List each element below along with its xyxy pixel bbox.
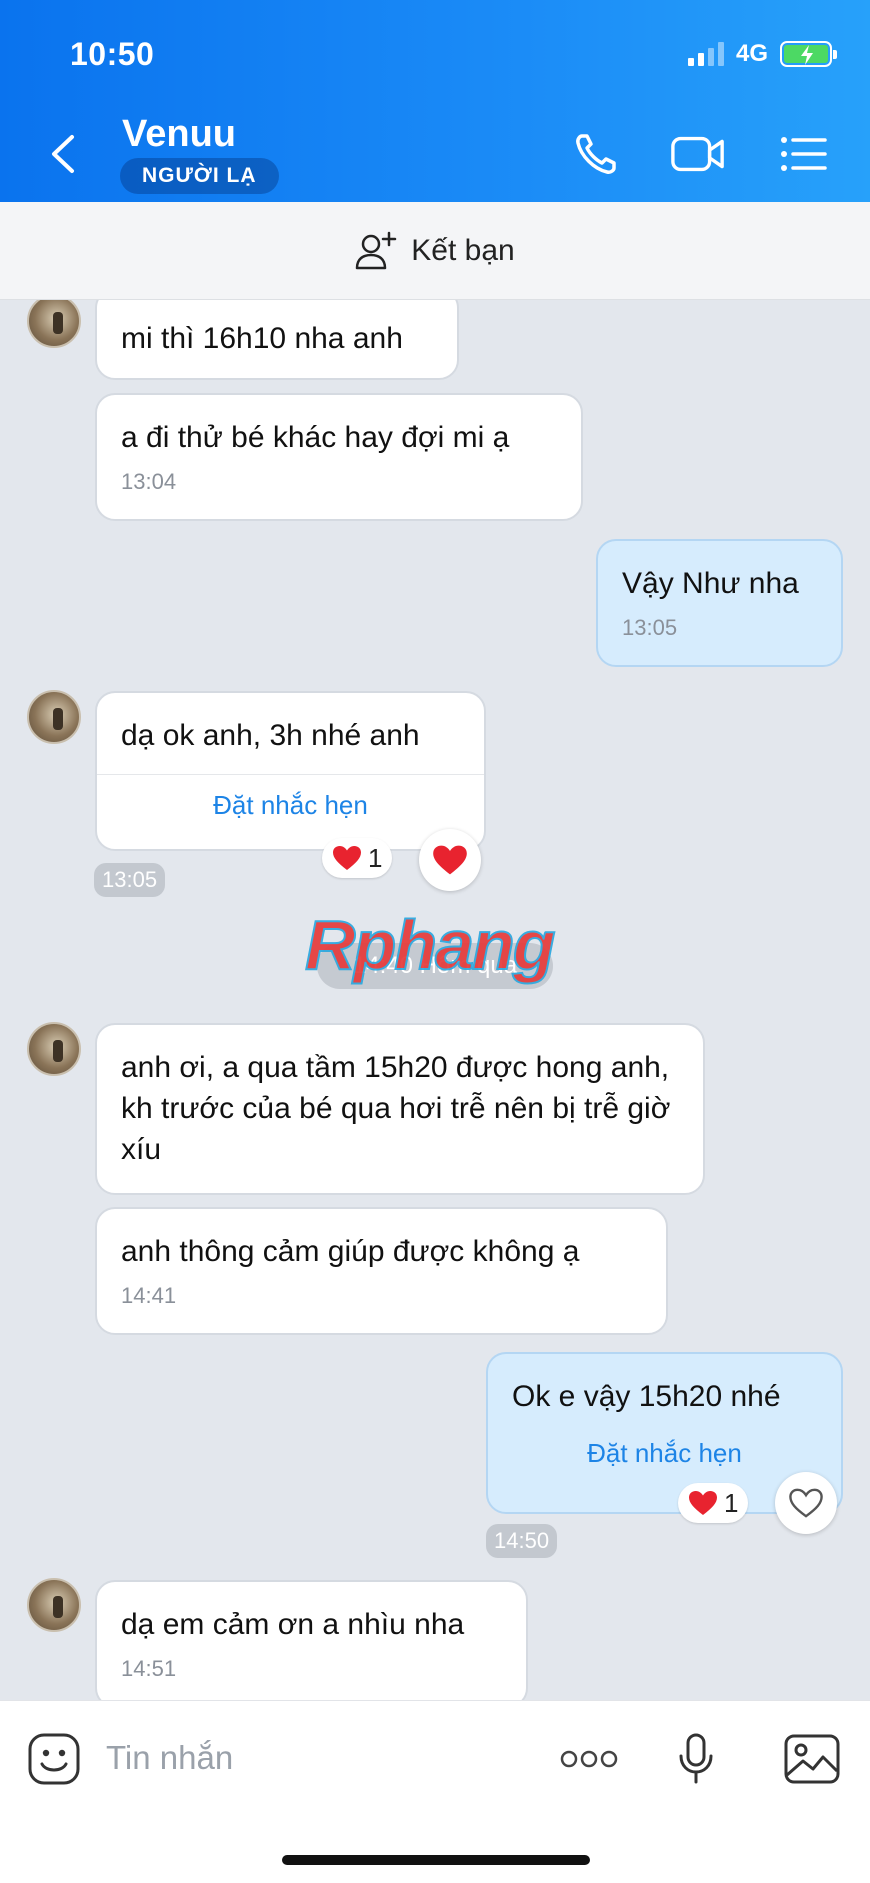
add-friend-label: Kết bạn	[411, 233, 515, 267]
message-text: dạ ok anh, 3h nhé anh	[121, 719, 420, 752]
chat-header: 10:50 4G Venuu NGƯỜI LẠ	[0, 0, 870, 202]
status-time: 10:50	[70, 36, 155, 72]
message-text: mi thì 16h10 nha anh	[121, 322, 403, 355]
message-bubble[interactable]: dạ ok anh, 3h nhé anh Đặt nhắc hẹn	[95, 691, 486, 851]
react-heart-button[interactable]	[419, 829, 481, 891]
status-icons: 4G	[687, 40, 837, 68]
message-input[interactable]: Tin nhắn	[106, 1739, 233, 1777]
message-time-pill: 13:05	[94, 863, 166, 897]
message-text: Ok e vậy 15h20 nhé	[512, 1380, 781, 1413]
message-time-pill: 14:50	[486, 1524, 558, 1558]
battery-icon	[780, 41, 837, 67]
message-bubble[interactable]: mi thì 16h10 nha anh	[95, 300, 459, 380]
message-list[interactable]: mi thì 16h10 nha anh a đi thử bé khác ha…	[0, 300, 870, 1700]
set-reminder-link[interactable]: Đặt nhắc hẹn	[488, 1423, 841, 1483]
message-bubble[interactable]: dạ em cảm ơn a nhìu nha 14:51	[95, 1580, 528, 1700]
network-label: 4G	[735, 40, 768, 67]
message-time: 14:51	[121, 1656, 177, 1681]
message-bubble[interactable]: anh ơi, a qua tầm 15h20 được hong anh, k…	[95, 1023, 705, 1195]
add-friend-icon	[356, 231, 397, 269]
message-time: 13:04	[121, 469, 177, 494]
message-text: dạ em cảm ơn a nhìu nha	[121, 1608, 465, 1641]
message-text: Vậy Như nha	[622, 567, 799, 600]
set-reminder-link[interactable]: Đặt nhắc hẹn	[97, 774, 484, 835]
avatar[interactable]	[27, 300, 81, 348]
video-call-icon[interactable]	[670, 128, 726, 180]
message-time: 14:41	[121, 1283, 177, 1308]
avatar[interactable]	[27, 1022, 81, 1076]
watermark-logo: Rphang	[304, 905, 557, 985]
heart-icon	[333, 846, 361, 870]
more-options-icon[interactable]	[558, 1729, 620, 1789]
message-text: anh ơi, a qua tầm 15h20 được hong anh, k…	[121, 1051, 671, 1166]
image-gallery-icon[interactable]	[782, 1729, 842, 1789]
heart-icon	[689, 1491, 717, 1515]
back-icon[interactable]	[44, 132, 84, 176]
message-time: 13:05	[622, 615, 678, 640]
heart-icon	[433, 845, 467, 875]
menu-list-icon[interactable]	[776, 128, 832, 180]
message-text: a đi thử bé khác hay đợi mi ạ	[121, 421, 510, 454]
message-text: anh thông cảm giúp được không ạ	[121, 1235, 580, 1268]
avatar[interactable]	[27, 690, 81, 744]
reaction-count[interactable]: 1	[678, 1483, 749, 1523]
message-bubble[interactable]: anh thông cảm giúp được không ạ 14:41	[95, 1207, 668, 1335]
contact-name[interactable]: Venuu	[122, 113, 236, 156]
sticker-icon[interactable]	[24, 1729, 84, 1789]
stranger-badge: NGƯỜI LẠ	[120, 158, 279, 194]
microphone-icon[interactable]	[666, 1729, 726, 1789]
message-bubble-self[interactable]: Vậy Như nha 13:05	[596, 539, 843, 667]
reaction-count[interactable]: 1	[322, 838, 393, 878]
signal-icon	[687, 42, 724, 66]
avatar[interactable]	[27, 1578, 81, 1632]
react-heart-button[interactable]	[775, 1472, 837, 1534]
message-bubble[interactable]: a đi thử bé khác hay đợi mi ạ 13:04	[95, 393, 583, 521]
heart-outline-icon	[789, 1488, 823, 1518]
phone-icon[interactable]	[568, 128, 624, 180]
home-indicator[interactable]	[282, 1855, 590, 1865]
add-friend-button[interactable]: Kết bạn	[0, 202, 870, 300]
